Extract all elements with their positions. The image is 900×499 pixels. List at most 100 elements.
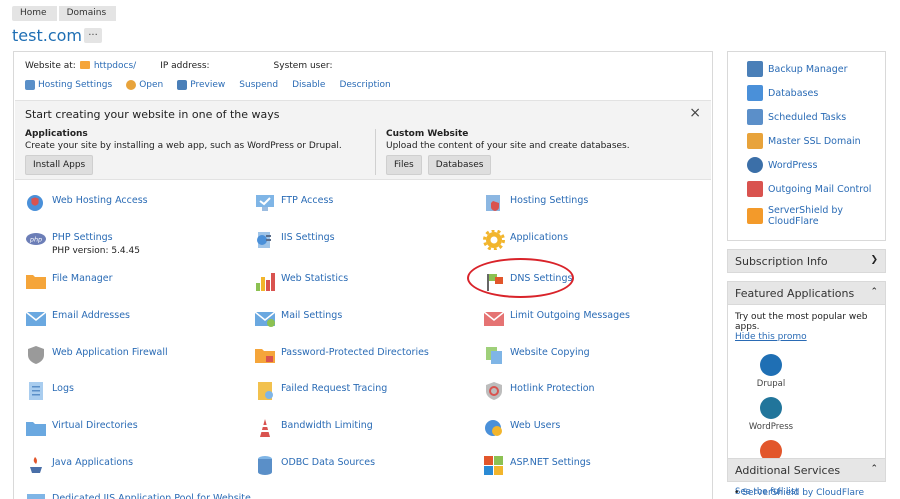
tool-web-hosting-access[interactable]: Web Hosting Access — [25, 193, 245, 213]
system-user-label: System user: — [273, 61, 333, 71]
sidebar-item-master-ssl-domain[interactable]: Master SSL Domain — [747, 133, 885, 149]
domain-panel: Website at: httpdocs/ IP address: System… — [13, 51, 713, 499]
databases-button[interactable]: Databases — [427, 155, 492, 175]
gear-icon — [483, 229, 505, 251]
tool-php-settings[interactable]: php PHP Settings PHP version: 5.4.45 — [25, 230, 245, 256]
sidebar-item-servershield[interactable]: ServerShield by CloudFlare — [747, 205, 885, 227]
website-at-link[interactable]: httpdocs/ — [94, 61, 136, 71]
mail-settings-icon — [254, 308, 276, 328]
more-actions-button[interactable]: ... — [84, 28, 102, 43]
preview-action[interactable]: Preview — [177, 80, 225, 90]
hotlink-icon — [483, 381, 505, 401]
globe-shield-icon — [25, 193, 47, 213]
subscription-info-title: Subscription Info — [735, 255, 828, 268]
tool-virtual-directories[interactable]: Virtual Directories — [25, 418, 245, 438]
svg-text:php: php — [29, 236, 42, 244]
folder-icon — [79, 61, 90, 69]
backup-icon — [747, 61, 763, 77]
tool-email-addresses[interactable]: Email Addresses — [25, 308, 245, 328]
app-drupal[interactable]: Drupal — [735, 354, 807, 389]
hide-promo-link[interactable]: Hide this promo — [735, 332, 878, 342]
java-icon — [25, 455, 47, 475]
tool-iis-settings[interactable]: IIS Settings — [254, 230, 474, 250]
applications-desc: Create your site by installing a web app… — [25, 141, 342, 151]
aspnet-icon — [483, 455, 505, 475]
tool-web-users[interactable]: Web Users — [483, 418, 703, 438]
additional-services-item[interactable]: • ServerShield by CloudFlare — [734, 488, 864, 498]
sidebar-tools: Backup Manager Databases Scheduled Tasks… — [727, 51, 886, 241]
custom-website-heading: Custom Website — [386, 129, 469, 139]
ip-label: IP address: — [160, 61, 210, 71]
install-apps-button[interactable]: Install Apps — [25, 155, 94, 175]
tool-file-manager[interactable]: File Manager — [25, 271, 245, 291]
files-button[interactable]: Files — [386, 155, 422, 175]
subscription-info-header[interactable]: Subscription Info ❯ — [727, 249, 886, 273]
iis-icon — [254, 230, 276, 250]
tool-odbc-data-sources[interactable]: ODBC Data Sources — [254, 455, 474, 475]
lock-icon — [747, 133, 763, 149]
hosting-settings-action[interactable]: Hosting Settings — [25, 80, 112, 90]
chevron-down-icon: ❯ — [870, 255, 878, 265]
breadcrumb: Home Domains — [12, 6, 118, 21]
app-pool-icon — [25, 491, 47, 499]
open-action[interactable]: Open — [126, 80, 163, 90]
suspend-action[interactable]: Suspend — [239, 80, 278, 90]
custom-website-desc: Upload the content of your site and crea… — [386, 141, 630, 151]
limit-mail-icon — [483, 308, 505, 328]
tool-failed-request-tracing[interactable]: Failed Request Tracing — [254, 381, 474, 401]
hosting-settings-icon — [25, 80, 35, 90]
description-action[interactable]: Description — [339, 80, 390, 90]
tool-dedicated-iis-app-pool[interactable]: Dedicated IIS Application Pool for Websi… — [25, 491, 285, 499]
lock-folder-icon — [254, 345, 276, 365]
tool-hosting-settings[interactable]: Hosting Settings — [483, 193, 703, 213]
hosting-settings-icon — [483, 193, 505, 213]
info-row: Website at: httpdocs/ IP address: System… — [25, 61, 336, 71]
php-version-text: PHP version: 5.4.45 — [52, 246, 140, 256]
tool-ftp-access[interactable]: FTP Access — [254, 193, 474, 213]
sidebar-item-scheduled-tasks[interactable]: Scheduled Tasks — [747, 109, 885, 125]
copy-icon — [483, 345, 505, 365]
tool-website-copying[interactable]: Website Copying — [483, 345, 703, 365]
drupal-icon — [760, 354, 782, 376]
close-icon[interactable]: × — [689, 105, 701, 121]
wordpress-icon — [747, 157, 763, 173]
folder-icon — [25, 271, 47, 291]
sidebar-item-databases[interactable]: Databases — [747, 85, 885, 101]
shield-icon — [25, 345, 47, 365]
start-banner: Start creating your website in one of th… — [15, 100, 711, 180]
sidebar-item-outgoing-mail-control[interactable]: Outgoing Mail Control — [747, 181, 885, 197]
tool-mail-settings[interactable]: Mail Settings — [254, 308, 474, 328]
preview-icon — [177, 80, 188, 90]
chevron-up-icon: ⌃ — [870, 287, 878, 297]
mail-icon — [747, 181, 763, 197]
disable-action[interactable]: Disable — [292, 80, 325, 90]
bandwidth-icon — [254, 418, 276, 438]
sidebar-item-wordpress[interactable]: WordPress — [747, 157, 885, 173]
tool-logs[interactable]: Logs — [25, 381, 245, 401]
tool-web-statistics[interactable]: Web Statistics — [254, 271, 474, 291]
calendar-icon — [747, 109, 763, 125]
wordpress-icon — [760, 397, 782, 419]
featured-apps-title: Featured Applications — [735, 287, 855, 300]
app-wordpress[interactable]: WordPress — [735, 397, 807, 432]
featured-apps-body: Try out the most popular web apps. Hide … — [727, 305, 886, 497]
custom-website-column: Custom Website Upload the content of you… — [375, 129, 705, 175]
tool-aspnet-settings[interactable]: ASP.NET Settings — [483, 455, 703, 475]
envelope-icon — [25, 308, 47, 328]
cloudflare-icon — [747, 208, 763, 224]
tool-password-protected-directories[interactable]: Password-Protected Directories — [254, 345, 474, 365]
tool-bandwidth-limiting[interactable]: Bandwidth Limiting — [254, 418, 474, 438]
tool-applications[interactable]: Applications — [483, 229, 703, 251]
featured-apps-header[interactable]: Featured Applications ⌃ — [727, 281, 886, 305]
additional-services-title: Additional Services — [735, 464, 841, 477]
tool-java-applications[interactable]: Java Applications — [25, 455, 245, 475]
tool-hotlink-protection[interactable]: Hotlink Protection — [483, 381, 703, 401]
tool-web-application-firewall[interactable]: Web Application Firewall — [25, 345, 245, 365]
additional-services-header[interactable]: Additional Services ⌃ — [727, 458, 886, 482]
breadcrumb-domains[interactable]: Domains — [58, 6, 117, 21]
tool-limit-outgoing-messages[interactable]: Limit Outgoing Messages — [483, 308, 703, 328]
action-bar: Hosting Settings Open Preview Suspend Di… — [25, 80, 405, 90]
sidebar-item-backup-manager[interactable]: Backup Manager — [747, 61, 885, 77]
page-title: test.com — [12, 26, 82, 45]
breadcrumb-home[interactable]: Home — [12, 6, 57, 21]
